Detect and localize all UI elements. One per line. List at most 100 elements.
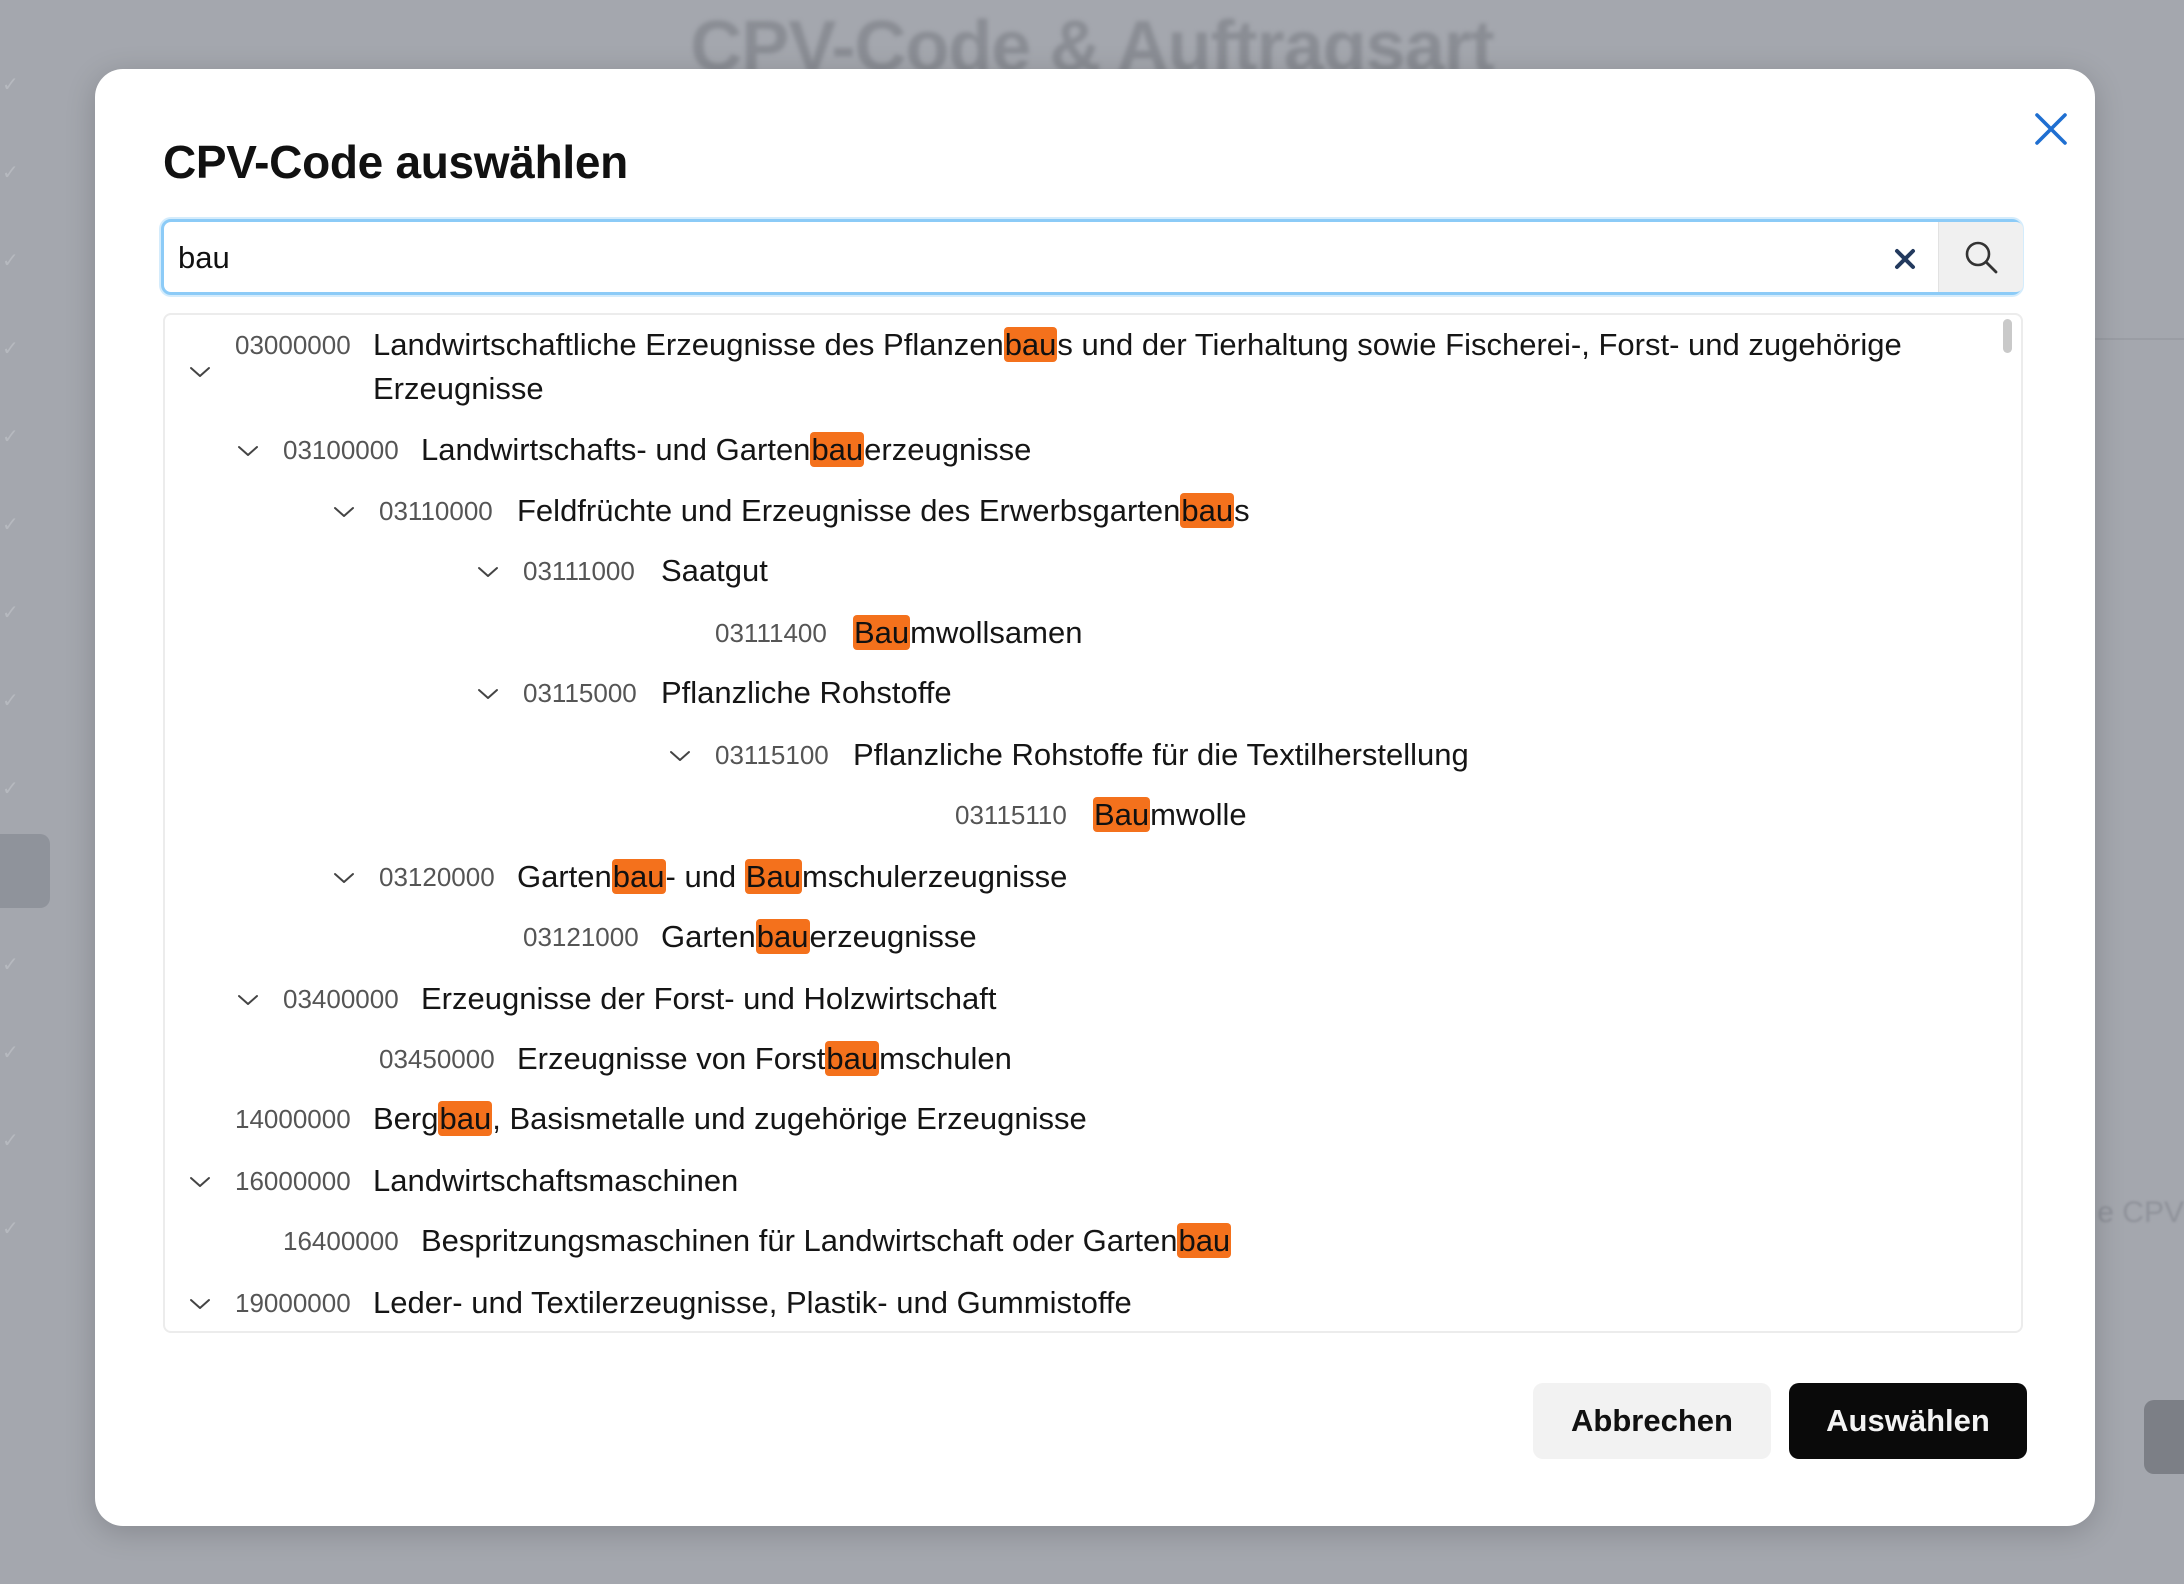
check-icon: ✓ bbox=[2, 250, 19, 272]
cpv-label: Landwirtschafts- und Gartenbauerzeugniss… bbox=[421, 428, 1965, 472]
tree-row[interactable]: 03115100 Pflanzliche Rohstoffe für die Te… bbox=[165, 733, 1985, 781]
tree-row[interactable]: 19000000 Leder- und Textilerzeugnisse, Pl… bbox=[165, 1281, 1985, 1329]
cpv-code: 19000000 bbox=[235, 1288, 351, 1318]
tree-row[interactable]: 03115110 Baumwolle bbox=[165, 793, 1985, 841]
check-icon: ✓ bbox=[2, 426, 19, 448]
label-text: Berg bbox=[373, 1101, 439, 1136]
tree-row[interactable]: 14000000 Bergbau, Basismetalle und zugehö… bbox=[165, 1097, 1985, 1145]
chevron-down-icon[interactable] bbox=[665, 741, 695, 771]
label-text: s bbox=[1234, 493, 1250, 528]
cpv-code: 03111000 bbox=[523, 556, 635, 586]
cpv-code: 03121000 bbox=[523, 922, 639, 952]
cpv-code: 03110000 bbox=[379, 496, 493, 526]
label-text: Erzeugnisse der Forst- und Holzwirtschaf… bbox=[421, 981, 997, 1016]
tree-row[interactable]: 03111000 Saatgut bbox=[165, 549, 1985, 597]
label-text: erzeugnisse bbox=[809, 919, 977, 954]
cpv-label: Bergbau, Basismetalle und zugehörige Erz… bbox=[373, 1097, 1965, 1141]
tree-row[interactable]: 03121000 Gartenbauerzeugnisse bbox=[165, 915, 1985, 963]
search-highlight: bau bbox=[1177, 1223, 1232, 1258]
chevron-down-icon[interactable] bbox=[233, 985, 263, 1015]
tree-row[interactable]: 03100000 Landwirtschafts- und Gartenbauer… bbox=[165, 428, 1985, 476]
close-icon bbox=[2035, 113, 2067, 145]
tree-row[interactable]: 03400000 Erzeugnisse der Forst- und Holzw… bbox=[165, 977, 1985, 1025]
background-button bbox=[2144, 1400, 2184, 1474]
tree-row[interactable]: 03111400 Baumwollsamen bbox=[165, 611, 1985, 659]
search-input[interactable] bbox=[178, 230, 1878, 286]
chevron-down-icon[interactable] bbox=[329, 863, 359, 893]
cpv-label: Baumwolle bbox=[1093, 793, 1965, 837]
cpv-label: Leder- und Textilerzeugnisse, Plastik- u… bbox=[373, 1281, 1965, 1325]
tree-row[interactable]: 03115000 Pflanzliche Rohstoffe bbox=[165, 671, 1985, 719]
cpv-code: 03115000 bbox=[523, 678, 637, 708]
cpv-label: Erzeugnisse der Forst- und Holzwirtschaf… bbox=[421, 977, 1965, 1021]
label-text: Landwirtschafts- und Garten bbox=[421, 432, 811, 467]
cpv-tree[interactable]: 03000000 Landwirtschaftliche Erzeugnisse … bbox=[163, 313, 2023, 1333]
label-text: Pflanzliche Rohstoffe bbox=[661, 675, 952, 710]
cpv-code: 03115100 bbox=[715, 740, 829, 770]
label-text: Garten bbox=[661, 919, 756, 954]
tree-row[interactable]: 03110000 Feldfrüchte und Erzeugnisse des … bbox=[165, 489, 1985, 537]
tree-row[interactable]: 16000000 Landwirtschaftsmaschinen bbox=[165, 1159, 1985, 1207]
chevron-down-icon[interactable] bbox=[473, 557, 503, 587]
chevron-down-icon[interactable] bbox=[185, 1289, 215, 1319]
check-icon: ✓ bbox=[2, 514, 19, 536]
chevron-down-icon[interactable] bbox=[233, 436, 263, 466]
select-button[interactable]: Auswählen bbox=[1789, 1383, 2027, 1459]
check-icon: ✓ bbox=[2, 602, 19, 624]
background-active-tab bbox=[0, 834, 50, 908]
cpv-code: 03115110 bbox=[955, 800, 1067, 830]
dialog-title: CPV-Code auswählen bbox=[163, 136, 628, 188]
check-icon: ✓ bbox=[2, 1130, 19, 1152]
cpv-label: Landwirtschaftsmaschinen bbox=[373, 1159, 1965, 1203]
check-icon: ✓ bbox=[2, 74, 19, 96]
tree-row[interactable]: 16400000 Bespritzungsmaschinen für Landwi… bbox=[165, 1219, 1985, 1267]
search-highlight: bau bbox=[611, 859, 666, 894]
close-button[interactable] bbox=[2021, 97, 2081, 161]
label-text: erzeugnisse bbox=[864, 432, 1032, 467]
label-text: - und bbox=[665, 859, 745, 894]
clear-search-button[interactable] bbox=[1880, 234, 1930, 284]
check-icon: ✓ bbox=[2, 1218, 19, 1240]
cancel-button[interactable]: Abbrechen bbox=[1533, 1383, 1771, 1459]
label-text: Bespritzungsmaschinen für Landwirtschaft… bbox=[421, 1223, 1178, 1258]
cpv-code: 16000000 bbox=[235, 1166, 351, 1196]
check-icon: ✓ bbox=[2, 778, 19, 800]
cpv-label: Landwirtschaftliche Erzeugnisse des Pfla… bbox=[373, 323, 1965, 411]
cpv-code: 03111400 bbox=[715, 618, 827, 648]
cpv-code: 03100000 bbox=[283, 435, 399, 465]
cpv-code: 14000000 bbox=[235, 1104, 351, 1134]
search-highlight: bau bbox=[810, 432, 865, 467]
search-button[interactable] bbox=[1938, 222, 2023, 292]
clear-icon bbox=[1895, 249, 1915, 269]
cpv-label: Pflanzliche Rohstoffe bbox=[661, 671, 1965, 715]
cpv-code: 03400000 bbox=[283, 984, 399, 1014]
chevron-down-icon[interactable] bbox=[185, 357, 215, 387]
label-text: Landwirtschaftliche Erzeugnisse des Pfla… bbox=[373, 327, 1004, 362]
cpv-dialog: CPV-Code auswählen 03000000 Landwirtschaf… bbox=[95, 69, 2095, 1526]
label-text: Feldfrüchte und Erzeugnisse des Erwerbsg… bbox=[517, 493, 1181, 528]
search-highlight: Bau bbox=[853, 615, 911, 650]
cpv-code: 16400000 bbox=[283, 1226, 399, 1256]
tree-row[interactable]: 03450000 Erzeugnisse von Forstbaumschulen bbox=[165, 1037, 1985, 1085]
search-icon bbox=[1965, 241, 1998, 274]
background-right-text: e CPV bbox=[2097, 1196, 2184, 1229]
label-text: Leder- und Textilerzeugnisse, Plastik- u… bbox=[373, 1285, 1132, 1320]
label-text: mschulerzeugnisse bbox=[801, 859, 1068, 894]
label-text: Landwirtschaftsmaschinen bbox=[373, 1163, 739, 1198]
cpv-label: Baumwollsamen bbox=[853, 611, 1965, 655]
search-highlight: Bau bbox=[744, 859, 802, 894]
cpv-label: Pflanzliche Rohstoffe für die Textilhers… bbox=[853, 733, 1965, 777]
tree-row[interactable]: 03120000 Gartenbau- und Baumschulerzeugni… bbox=[165, 855, 1985, 903]
check-icon: ✓ bbox=[2, 338, 19, 360]
tree-row[interactable]: 03000000 Landwirtschaftliche Erzeugnisse … bbox=[165, 323, 1985, 419]
cpv-code: 03120000 bbox=[379, 862, 495, 892]
chevron-down-icon[interactable] bbox=[329, 497, 359, 527]
search-highlight: bau bbox=[1003, 327, 1058, 362]
label-text: mwollsamen bbox=[910, 615, 1083, 650]
chevron-down-icon[interactable] bbox=[185, 1167, 215, 1197]
label-text: Erzeugnisse von Forst bbox=[517, 1041, 826, 1076]
label-text: Pflanzliche Rohstoffe für die Textilhers… bbox=[853, 737, 1469, 772]
cpv-label: Gartenbauerzeugnisse bbox=[661, 915, 1965, 959]
chevron-down-icon[interactable] bbox=[473, 679, 503, 709]
scrollbar-thumb[interactable] bbox=[2003, 319, 2012, 353]
